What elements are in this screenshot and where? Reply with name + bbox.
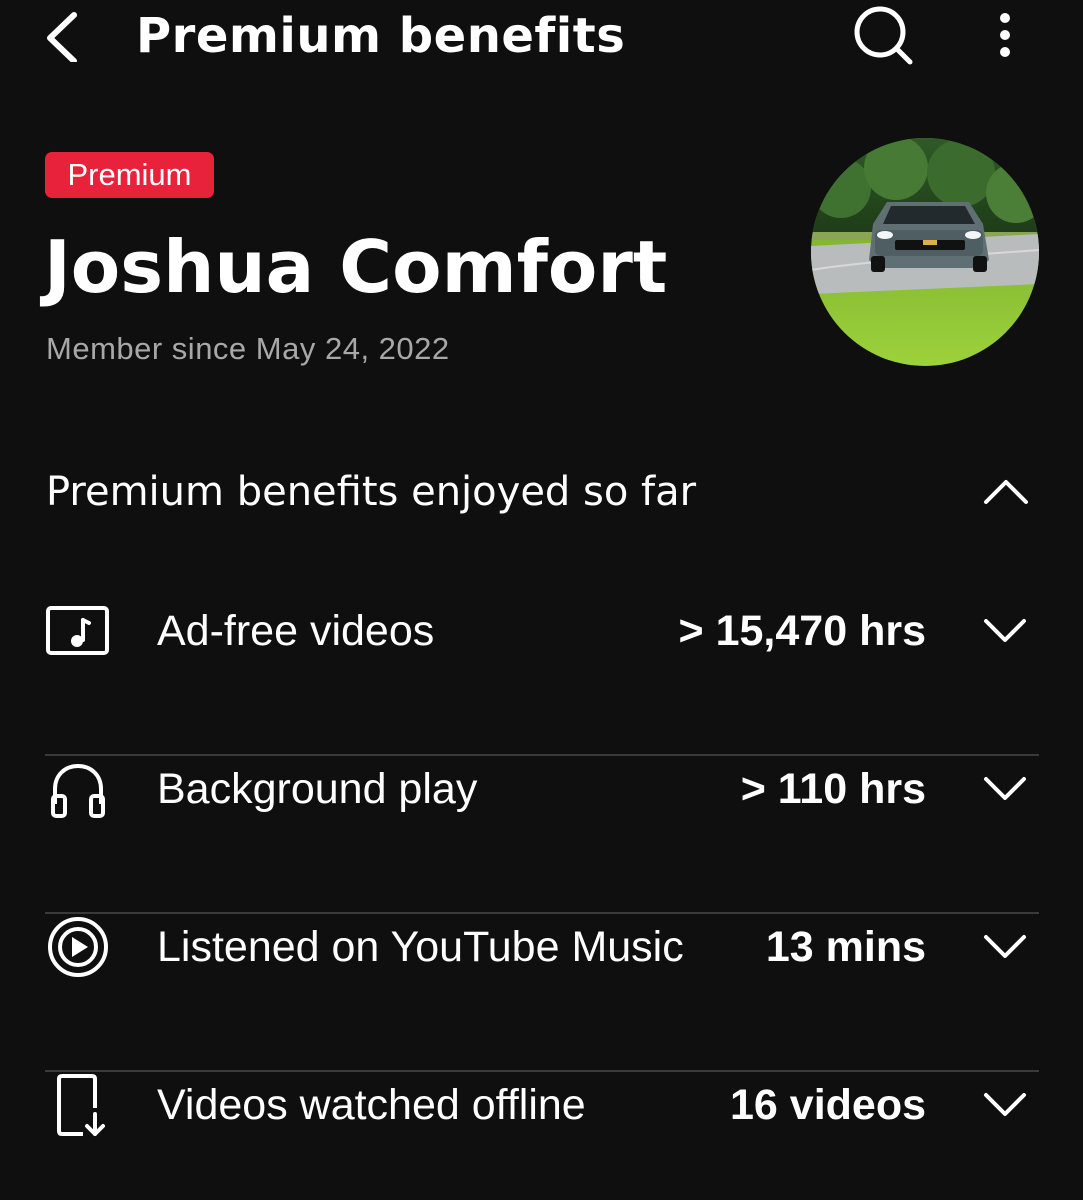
- expand-button[interactable]: [979, 764, 1031, 814]
- chevron-down-icon: [984, 1093, 1026, 1116]
- more-options-button[interactable]: [984, 4, 1028, 64]
- benefit-row-youtube-music[interactable]: Listened on YouTube Music 13 mins: [45, 914, 1039, 1072]
- top-app-bar: Premium benefits: [0, 0, 1083, 80]
- car-photo-avatar: [811, 138, 1039, 366]
- chevron-down-icon: [984, 777, 1026, 800]
- collapse-button[interactable]: [978, 468, 1034, 514]
- benefit-row-offline[interactable]: Videos watched offline 16 videos: [45, 1072, 1039, 1200]
- more-vert-icon: [1000, 13, 1010, 57]
- benefit-label: Ad-free videos: [157, 607, 435, 655]
- benefit-row-background-play[interactable]: Background play > 110 hrs: [45, 756, 1039, 914]
- benefit-value: > 15,470 hrs: [678, 607, 926, 655]
- user-name: Joshua Comfort: [44, 225, 668, 309]
- search-icon: [854, 6, 913, 65]
- benefit-value: 13 mins: [765, 923, 926, 971]
- premium-badge: Premium: [45, 152, 214, 198]
- expand-button[interactable]: [979, 922, 1031, 972]
- benefit-value: 16 videos: [730, 1081, 926, 1129]
- offline-download-icon: [57, 1074, 105, 1136]
- avatar[interactable]: [811, 138, 1039, 366]
- benefit-label: Background play: [157, 765, 478, 813]
- chevron-down-icon: [984, 935, 1026, 958]
- youtube-music-icon: [48, 917, 108, 977]
- benefit-value: > 110 hrs: [740, 765, 926, 813]
- search-button[interactable]: [848, 2, 918, 68]
- benefit-row-ad-free[interactable]: Ad-free videos > 15,470 hrs: [45, 598, 1039, 756]
- benefit-label: Videos watched offline: [157, 1081, 586, 1129]
- section-title: Premium benefits enjoyed so far: [46, 469, 697, 515]
- back-arrow-icon: [47, 12, 77, 64]
- premium-benefits-page: Premium benefits Premium Joshua Comfort …: [0, 0, 1083, 1200]
- music-video-icon: [46, 606, 109, 655]
- expand-button[interactable]: [979, 1080, 1031, 1130]
- page-title: Premium benefits: [136, 8, 626, 64]
- back-button[interactable]: [38, 6, 94, 64]
- expand-button[interactable]: [979, 606, 1031, 656]
- member-since-text: Member since May 24, 2022: [46, 331, 450, 366]
- benefit-label: Listened on YouTube Music: [157, 923, 684, 971]
- headphones-icon: [51, 763, 105, 818]
- chevron-up-icon: [984, 480, 1028, 504]
- chevron-down-icon: [984, 619, 1026, 642]
